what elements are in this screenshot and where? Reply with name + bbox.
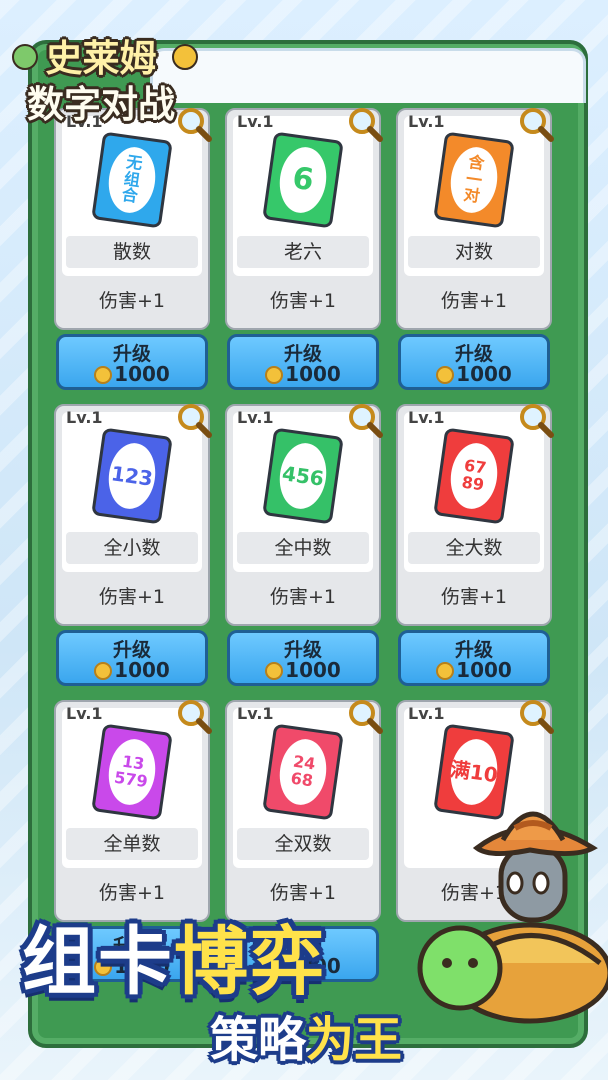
combo-card-icon: 含 一 对 [433,131,515,229]
upgrade-cost: 1000 [230,362,376,386]
upgrade-button[interactable]: 升级 1000 [56,630,208,686]
upgrade-cost: 1000 [401,658,547,682]
combo-card-text: 67 89 [446,440,502,512]
upgrade-cost-value: 1000 [285,658,341,682]
combo-name: 全单数 [66,828,198,860]
magnifier-icon[interactable] [345,696,385,736]
combo-card-text: 24 68 [275,736,331,808]
card-slot[interactable]: Lv.1 123 全小数 伤害+1 [54,404,212,626]
combo-card-text: 无 组 合 [104,144,160,216]
card-level: Lv.1 [237,408,274,427]
card-level: Lv.1 [408,408,445,427]
upgrade-cost: 1000 [401,362,547,386]
card-level: Lv.1 [408,112,445,131]
magnifier-icon[interactable] [174,696,214,736]
combo-card-text: 123 [104,440,160,512]
banner-subtitle-white: 策略 [210,1012,307,1068]
combo-card-icon: 6 [262,131,344,229]
coin-icon [94,366,113,384]
upgrade-cost: 1000 [230,658,376,682]
coin-icon [265,662,284,680]
card-level: Lv.1 [408,704,445,723]
magnifier-icon[interactable] [516,400,556,440]
card-slot[interactable]: Lv.1 含 一 对 对数 伤害+1 [396,108,554,330]
magnifier-icon[interactable] [516,104,556,144]
combo-card-text: 6 [275,144,331,216]
magnifier-icon[interactable] [516,696,556,736]
card-slot[interactable]: Lv.1 456 全中数 伤害+1 [225,404,383,626]
banner-headline-yellow: 博弈 [174,919,326,1005]
upgrade-cost: 1000 [59,362,205,386]
game-logo: 史莱姆 数字对战 [6,14,198,126]
card-slot[interactable]: Lv.1 无 组 合 散数 伤害+1 [54,108,212,330]
combo-card-icon: 24 68 [262,723,344,821]
combo-name: 全大数 [408,532,540,564]
combo-name: 老六 [237,236,369,268]
banner-subtitle: 策略为王 [210,1000,402,1070]
board-header-panel [150,48,586,103]
upgrade-button[interactable]: 升级 1000 [398,334,550,390]
upgrade-button[interactable]: 升级 1000 [227,630,379,686]
upgrade-button[interactable]: 升级 1000 [398,630,550,686]
combo-name: 全小数 [66,532,198,564]
combo-effect: 伤害+1 [269,586,336,608]
turtle-slime-mascot-icon [417,811,608,1024]
coin-icon [265,366,284,384]
combo-card-text: 含 一 对 [446,144,502,216]
banner-headline: 组卡博弈 [22,902,326,1009]
logo-title-line2: 数字对战 [27,83,175,126]
combo-name: 全双数 [237,828,369,860]
combo-name: 对数 [408,236,540,268]
card-slot[interactable]: Lv.1 6 老六 伤害+1 [225,108,383,330]
card-level: Lv.1 [237,704,274,723]
upgrade-cost-value: 1000 [285,362,341,386]
combo-effect: 伤害+1 [440,290,507,312]
coin-icon [94,662,113,680]
combo-effect: 伤害+1 [440,586,507,608]
upgrade-cost-value: 1000 [456,362,512,386]
card-level: Lv.1 [237,112,274,131]
upgrade-button[interactable]: 升级 1000 [56,334,208,390]
combo-card-icon: 13 579 [91,723,173,821]
combo-effect: 伤害+1 [98,586,165,608]
magnifier-icon[interactable] [174,400,214,440]
card-level: Lv.1 [66,704,103,723]
upgrade-cost-value: 1000 [114,362,170,386]
card-slot[interactable]: Lv.1 67 89 全大数 伤害+1 [396,404,554,626]
banner-subtitle-yellow: 为王 [306,1012,403,1068]
combo-card-text: 13 579 [104,736,160,808]
upgrade-button[interactable]: 升级 1000 [227,334,379,390]
magnifier-icon[interactable] [345,400,385,440]
combo-card-icon: 456 [262,427,344,525]
combo-effect: 伤害+1 [98,290,165,312]
upgrade-cost-value: 1000 [456,658,512,682]
upgrade-cost: 1000 [59,658,205,682]
banner-headline-white: 组卡 [22,919,174,1005]
upgrade-cost-value: 1000 [114,658,170,682]
magnifier-icon[interactable] [345,104,385,144]
combo-card-icon: 123 [91,427,173,525]
coin-icon [436,662,455,680]
combo-name: 全中数 [237,532,369,564]
card-level: Lv.1 [66,408,103,427]
combo-card-icon: 67 89 [433,427,515,525]
combo-name: 散数 [66,236,198,268]
combo-effect: 伤害+1 [269,290,336,312]
combo-card-text: 456 [275,440,331,512]
coin-icon [436,366,455,384]
combo-card-icon: 无 组 合 [91,131,173,229]
